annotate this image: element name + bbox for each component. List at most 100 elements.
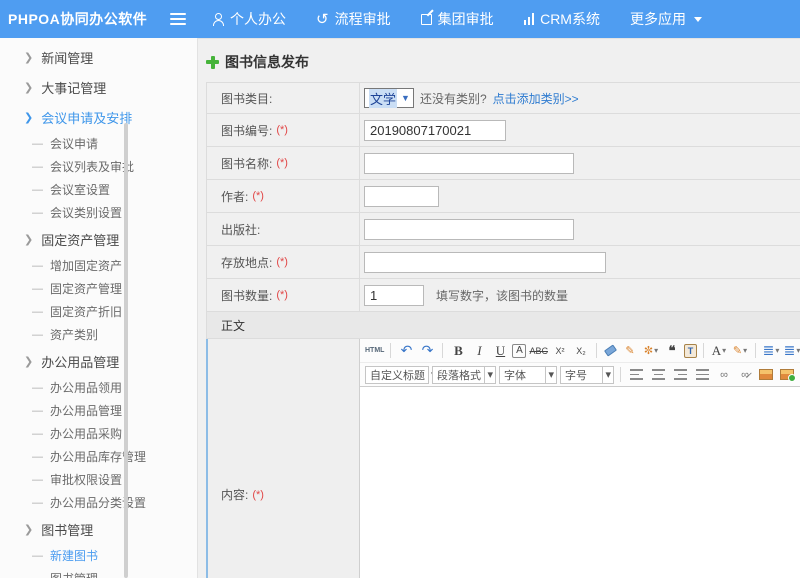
sidebar-item-审批权限设置[interactable]: —审批权限设置	[0, 468, 197, 491]
sidebar-item-办公用品领用[interactable]: —办公用品领用	[0, 376, 197, 399]
sidebar-item-办公用品库存管理[interactable]: —办公用品库存管理	[0, 445, 197, 468]
highlight-pen-icon[interactable]: ✎▾	[731, 342, 749, 360]
dash-icon: —	[32, 573, 43, 578]
insert-image-icon[interactable]	[759, 369, 773, 380]
sidebar-group-新闻管理[interactable]: ❯ 新闻管理	[0, 42, 197, 72]
add-category-link[interactable]: 点击添加类别>>	[493, 90, 579, 107]
sidebar-group-固定资产管理[interactable]: ❯固定资产管理	[0, 224, 197, 254]
sidebar-item-会议申请[interactable]: —会议申请	[0, 132, 197, 155]
sidebar-item-会议列表及审批[interactable]: —会议列表及审批	[0, 155, 197, 178]
align-justify-icon[interactable]	[696, 369, 709, 380]
sidebar-group-办公用品管理[interactable]: ❯办公用品管理	[0, 346, 197, 376]
unordered-list-icon[interactable]: ≣▾	[783, 342, 800, 360]
sidebar-item-会议室设置[interactable]: —会议室设置	[0, 178, 197, 201]
sidebar-item-label: 会议类别设置	[50, 204, 122, 221]
redo-icon[interactable]: ↷	[418, 342, 436, 360]
dash-icon: —	[32, 382, 43, 394]
eraser-icon[interactable]	[604, 344, 617, 356]
align-center-icon[interactable]	[652, 369, 665, 380]
nav-item-更多应用[interactable]: 更多应用	[630, 9, 702, 29]
required-asterisk: (*)	[276, 256, 288, 268]
sidebar-item-会议类别设置[interactable]: —会议类别设置	[0, 201, 197, 224]
font-border-icon[interactable]: A	[512, 344, 526, 358]
sidebar-item-增加固定资产[interactable]: — 增加固定资产	[0, 254, 197, 277]
nav-item-个人办公[interactable]: 个人办公	[212, 9, 286, 29]
undo-icon[interactable]: ↶	[397, 342, 415, 360]
form-row-location: 存放地点: (*)	[207, 246, 800, 279]
editor-content[interactable]	[360, 387, 800, 578]
book-number-input[interactable]	[364, 120, 506, 141]
quantity-input[interactable]	[364, 285, 424, 306]
author-input[interactable]	[364, 186, 439, 207]
link-icon[interactable]: ∞	[715, 366, 733, 384]
sidebar-item-label: 固定资产折旧	[50, 303, 122, 320]
sidebar-item-资产类别[interactable]: —资产类别	[0, 323, 197, 346]
app-logo[interactable]: PHPOA协同办公软件	[0, 9, 170, 29]
publisher-input[interactable]	[364, 219, 574, 240]
sidebar-item-图书管理[interactable]: — 图书管理	[0, 567, 197, 578]
chevron-right-icon: ❯	[24, 233, 33, 246]
html-source-icon[interactable]: HTML	[365, 342, 384, 360]
form-row-publisher: 出版社:	[207, 213, 800, 246]
sidebar-item-办公用品采购[interactable]: —办公用品采购	[0, 422, 197, 445]
strikethrough-icon[interactable]: ABC	[529, 342, 548, 360]
book-name-input[interactable]	[364, 153, 574, 174]
dash-icon: —	[32, 428, 43, 440]
align-left-icon[interactable]	[630, 369, 643, 380]
dash-icon: —	[32, 283, 43, 295]
italic-icon[interactable]: I	[470, 342, 488, 360]
image-manager-icon[interactable]	[780, 369, 794, 380]
sidebar-item-固定资产折旧[interactable]: —固定资产折旧	[0, 300, 197, 323]
chevron-right-icon: ❯	[24, 51, 33, 64]
select-label: 自定义标题	[370, 367, 425, 383]
menu-toggle-icon[interactable]	[170, 13, 186, 25]
location-input[interactable]	[364, 252, 606, 273]
align-right-icon[interactable]	[674, 369, 687, 380]
publisher-label: 出版社:	[221, 221, 260, 238]
superscript-icon[interactable]: X²	[551, 342, 569, 360]
format-painter-icon[interactable]: ✎	[621, 342, 639, 360]
font-size-select[interactable]: 字号▾	[560, 366, 614, 384]
sidebar-item-新建图书[interactable]: —新建图书	[0, 544, 197, 567]
sidebar-item-办公用品分类设置[interactable]: —办公用品分类设置	[0, 491, 197, 514]
nav-item-集团审批[interactable]: 集团审批	[421, 9, 494, 29]
chevron-down-icon: ▾	[775, 346, 779, 355]
dash-icon: —	[32, 184, 43, 196]
dash-icon: —	[32, 161, 43, 173]
sidebar-item-label: 增加固定资产	[50, 257, 122, 274]
toolbar-separator	[755, 343, 756, 358]
paragraph-select[interactable]: 段落格式▾	[432, 366, 496, 384]
chevron-down-icon: ▾	[743, 346, 747, 355]
book-category-select[interactable]: 文学 ▼	[364, 88, 414, 108]
paste-text-icon[interactable]: T	[684, 344, 697, 358]
chevron-right-icon: ❯	[24, 523, 33, 536]
underline-icon[interactable]: U	[491, 342, 509, 360]
remove-format-icon[interactable]: ✼▾	[642, 342, 660, 360]
sidebar-group-label: 新闻管理	[41, 48, 93, 67]
dash-icon: —	[32, 260, 43, 272]
sidebar-group-会议申请及安排[interactable]: ❯会议申请及安排	[0, 102, 197, 132]
nav-item-流程审批[interactable]: ↺流程审批	[316, 9, 391, 29]
quantity-hint: 填写数字，该图书的数量	[436, 287, 568, 304]
chevron-right-icon: ❯	[24, 355, 33, 368]
font-color-icon[interactable]: A▾	[710, 342, 728, 360]
ordered-list-icon[interactable]: ≣▾	[762, 342, 780, 360]
sidebar-item-label: 图书管理	[50, 570, 98, 578]
sidebar-item-label: 审批权限设置	[50, 471, 122, 488]
sidebar-item-固定资产管理[interactable]: —固定资产管理	[0, 277, 197, 300]
unlink-icon[interactable]: ∞̷	[736, 366, 754, 384]
blockquote-icon[interactable]: ❝	[663, 342, 681, 360]
heading-select[interactable]: 自定义标题▾	[365, 366, 429, 384]
book-name-label: 图书名称:	[221, 155, 272, 172]
sidebar-group-图书管理[interactable]: ❯图书管理	[0, 514, 197, 544]
subscript-icon[interactable]: X₂	[572, 342, 590, 360]
sidebar-group-大事记管理[interactable]: ❯大事记管理	[0, 72, 197, 102]
sidebar-item-办公用品管理[interactable]: —办公用品管理	[0, 399, 197, 422]
chevron-down-icon: ▾	[484, 367, 495, 383]
sidebar-scrollbar[interactable]	[124, 123, 128, 578]
font-family-select[interactable]: 字体▾	[499, 366, 557, 384]
page-title-text: 图书信息发布	[225, 52, 309, 72]
content-label: 内容:	[221, 486, 248, 503]
nav-item-CRM系统[interactable]: CRM系统	[524, 9, 600, 29]
bold-icon[interactable]: B	[449, 342, 467, 360]
